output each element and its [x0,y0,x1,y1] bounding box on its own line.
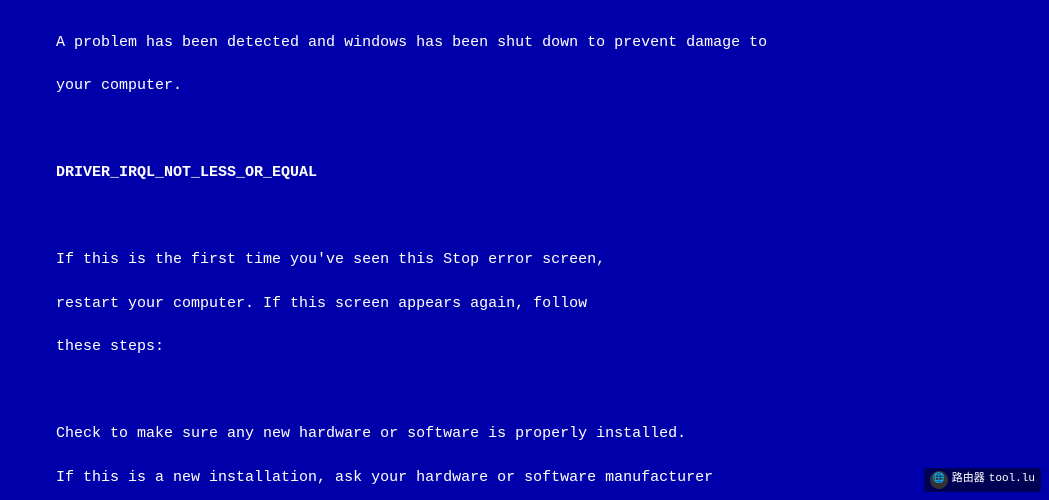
watermark: 🌐 路由器 tool.lu [924,468,1041,492]
line7: If this is a new installation, ask your … [56,469,713,486]
line3: If this is the first time you've seen th… [56,251,605,268]
line5: these steps: [56,338,164,355]
watermark-icon: 🌐 [930,471,948,489]
line2: your computer. [56,77,182,94]
line4: restart your computer. If this screen ap… [56,295,587,312]
line6: Check to make sure any new hardware or s… [56,425,686,442]
bsod-screen: A problem has been detected and windows … [0,0,1049,500]
watermark-url: tool.lu [989,472,1035,488]
error-code: DRIVER_IRQL_NOT_LESS_OR_EQUAL [56,164,317,181]
bsod-content: A problem has been detected and windows … [20,10,1029,500]
watermark-text: 路由器 [952,472,985,488]
line1: A problem has been detected and windows … [56,34,767,51]
